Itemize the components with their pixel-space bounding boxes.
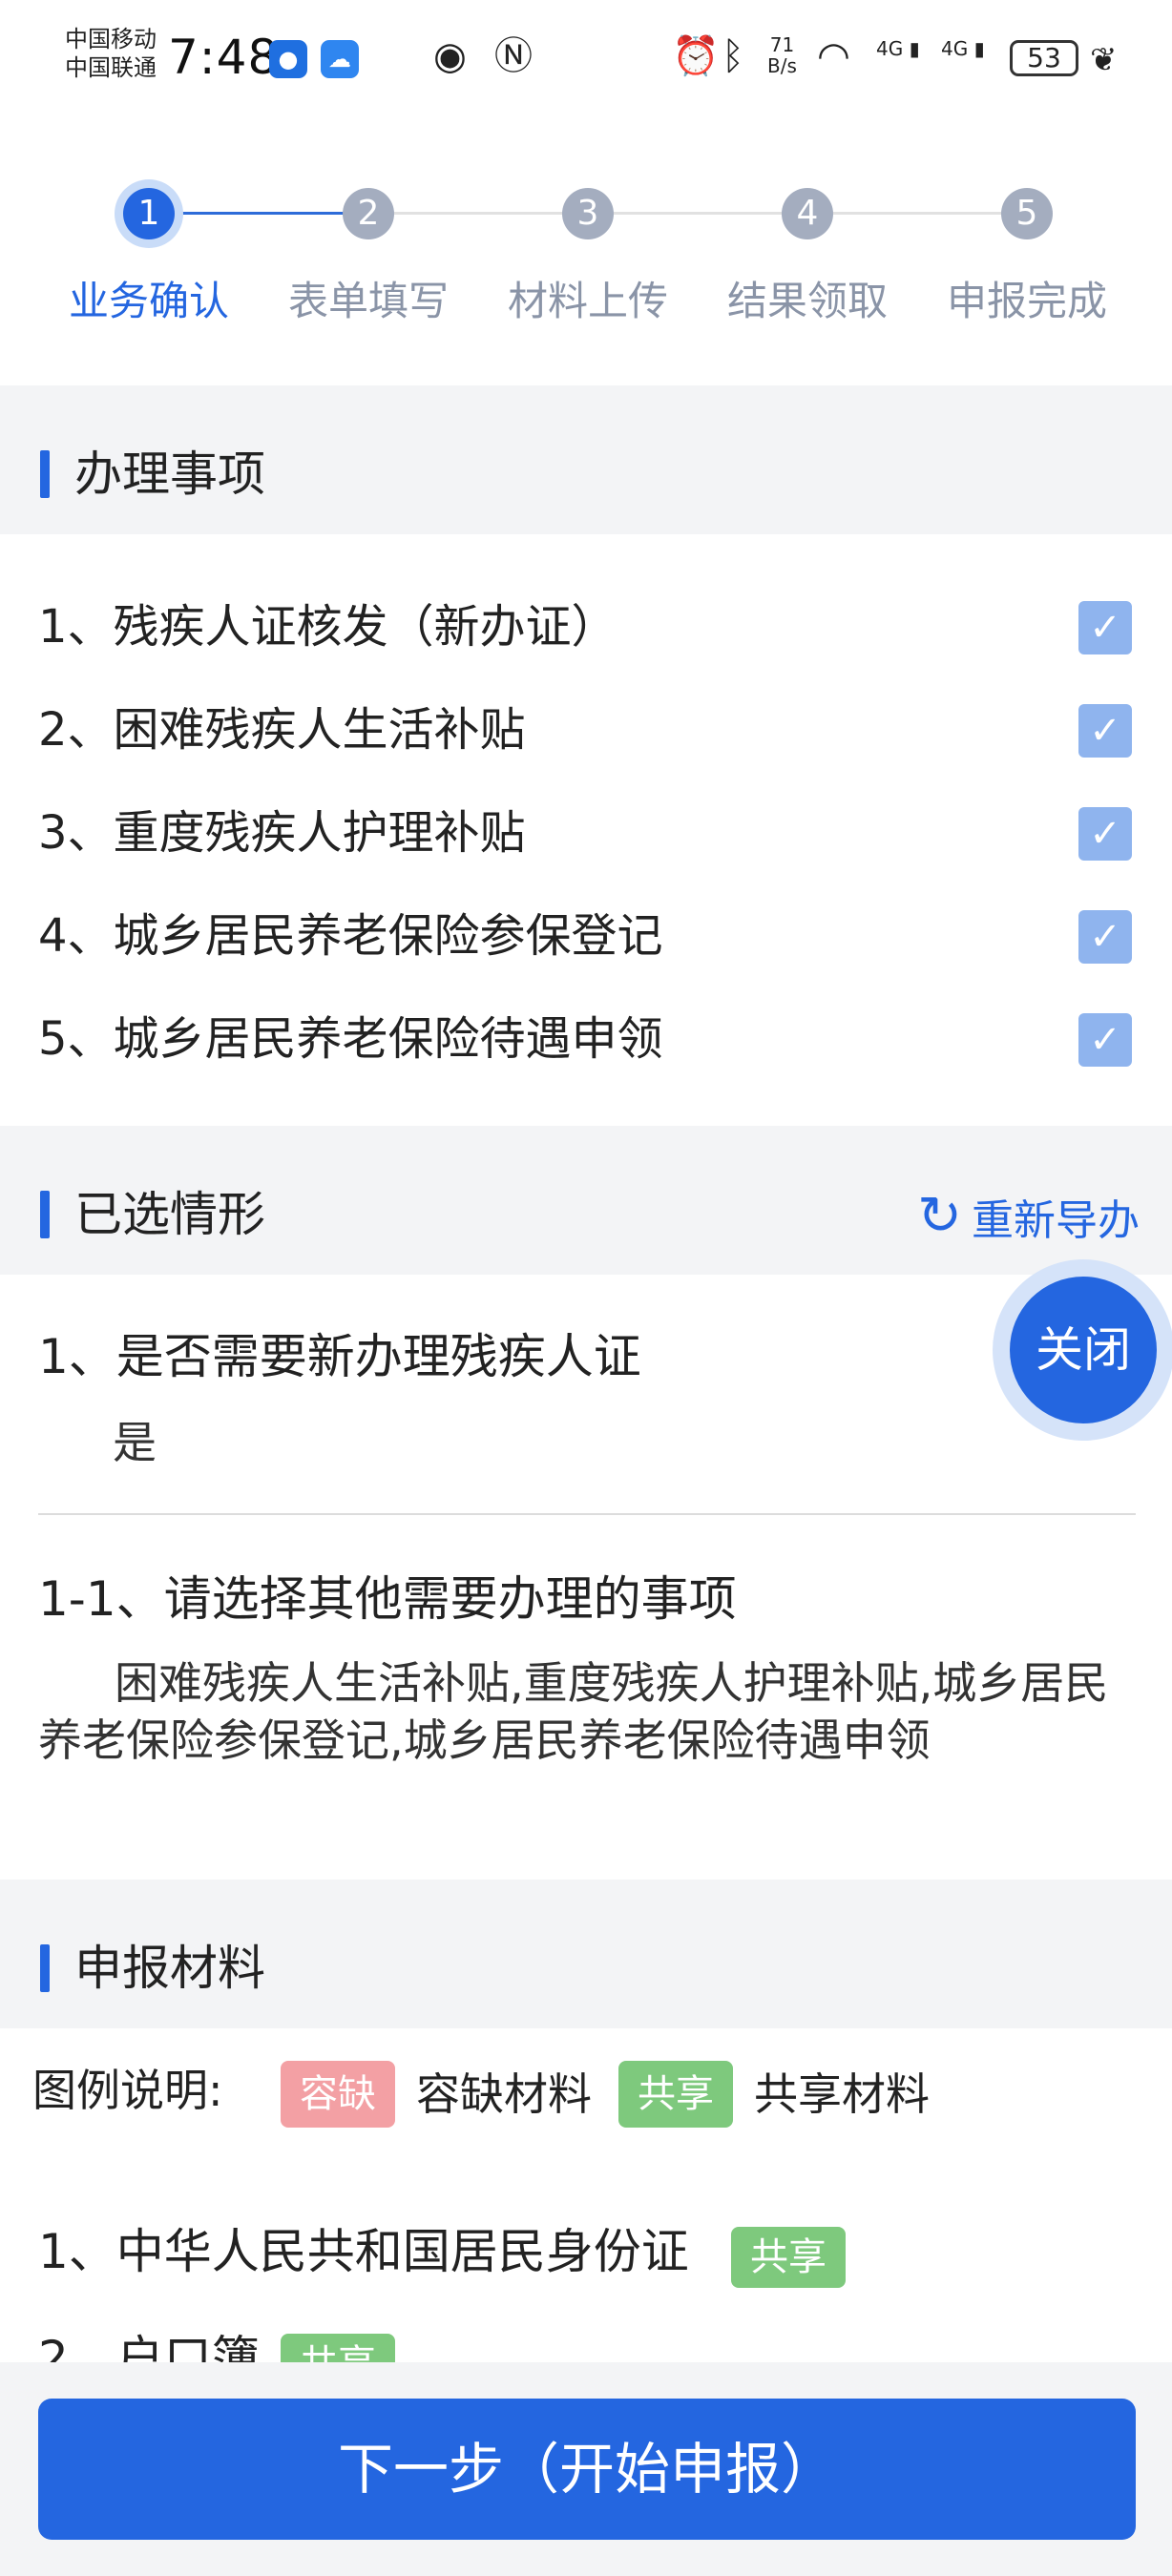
material-item-1: 1、中华人民共和国居民身份证 <box>38 2224 689 2279</box>
network-type-2: 4G <box>941 37 969 60</box>
answer-1-1: 困难残疾人生活补贴,重度残疾人护理补贴,城乡居民养老保险参保登记,城乡居民养老保… <box>38 1657 1109 1766</box>
reguide-button[interactable]: ↻ 重新导办 <box>917 1183 1140 1250</box>
clock: 7:48 <box>168 30 280 85</box>
section-accent-bar <box>40 1191 50 1238</box>
step-connector-1 <box>174 212 345 215</box>
matter-1-checkbox[interactable]: ✓ <box>1078 601 1132 654</box>
lack-legend-text: 容缺材料 <box>416 2068 592 2120</box>
step-4-label: 结果领取 <box>726 278 888 324</box>
matter-item-4: 4、城乡居民养老保险参保登记 <box>38 909 663 963</box>
carrier-2: 中国联通 <box>65 54 157 81</box>
lack-tag: 容缺 <box>281 2061 395 2128</box>
wifi-icon: ◠ <box>817 34 850 78</box>
tips-app-icon: ● <box>269 40 307 78</box>
share-legend-text: 共享材料 <box>754 2068 930 2120</box>
matter-5-checkbox[interactable]: ✓ <box>1078 1013 1132 1067</box>
nfc-icon: Ⓝ <box>494 34 533 78</box>
section-accent-bar <box>40 450 50 498</box>
matter-2-checkbox[interactable]: ✓ <box>1078 704 1132 758</box>
matter-item-5: 5、城乡居民养老保险待遇申领 <box>38 1012 663 1066</box>
step-4-circle: 4 <box>782 188 833 239</box>
alarm-icon: ⏰ <box>672 34 720 78</box>
step-1-label: 业务确认 <box>68 278 229 324</box>
matter-item-3: 3、重度残疾人护理补贴 <box>38 806 526 860</box>
close-floating-button[interactable]: 关闭 <box>993 1259 1172 1441</box>
step-1-circle: 1 <box>123 188 175 239</box>
power-saving-leaf-icon: ❦ <box>1090 41 1118 79</box>
step-connector-4 <box>832 212 1004 215</box>
step-2-circle: 2 <box>343 188 394 239</box>
signal-bars-icon: ▮ <box>973 37 985 60</box>
question-1-1: 1-1、请选择其他需要办理的事项 <box>38 1571 737 1627</box>
matter-3-checkbox[interactable]: ✓ <box>1078 807 1132 861</box>
answer-1: 是 <box>113 1417 157 1468</box>
reguide-label: 重新导办 <box>972 1196 1140 1245</box>
situation-section-header: 已选情形 ↻ 重新导办 <box>0 1126 1172 1275</box>
section-accent-bar <box>40 1944 50 1992</box>
signal-1: 4G ▮ <box>876 38 920 59</box>
step-5-label: 申报完成 <box>946 278 1107 324</box>
status-bar: 中国移动 中国联通 7:48 ● ☁ ◉ Ⓝ ⏰ ᛒ 71 B/s ◠ 4G ▮… <box>0 0 1172 114</box>
network-speed: 71 B/s <box>767 33 797 77</box>
question-1: 1、是否需要新办理残疾人证 <box>38 1329 641 1384</box>
matters-section-header: 办理事项 <box>0 385 1172 534</box>
matter-4-checkbox[interactable]: ✓ <box>1078 910 1132 964</box>
matter-item-1: 1、残疾人证核发（新办证） <box>38 600 617 654</box>
refresh-icon: ↻ <box>917 1185 962 1247</box>
weather-app-icon: ☁ <box>321 40 359 78</box>
materials-title: 申报材料 <box>74 1941 265 1996</box>
materials-section-header: 申报材料 <box>0 1880 1172 2028</box>
step-2-label: 表单填写 <box>287 278 449 324</box>
progress-stepper: 1 2 3 4 5 业务确认 表单填写 材料上传 结果领取 申报完成 <box>0 162 1172 391</box>
matter-item-2: 2、困难残疾人生活补贴 <box>38 703 526 757</box>
bluetooth-icon: ᛒ <box>722 34 744 78</box>
step-connector-3 <box>613 212 785 215</box>
step-connector-2 <box>393 212 565 215</box>
next-step-button[interactable]: 下一步（开始申报） <box>38 2399 1136 2540</box>
signal-2: 4G ▮ <box>941 38 985 59</box>
close-label: 关闭 <box>1010 1277 1157 1423</box>
situation-title: 已选情形 <box>74 1187 265 1242</box>
divider <box>38 1513 1136 1515</box>
carrier-names: 中国移动 中国联通 <box>65 25 157 82</box>
matters-title: 办理事项 <box>74 447 265 502</box>
step-3-label: 材料上传 <box>507 278 668 324</box>
eye-icon: ◉ <box>433 34 467 78</box>
step-3-circle: 3 <box>562 188 614 239</box>
step-5-circle: 5 <box>1001 188 1053 239</box>
network-type-1: 4G <box>876 37 904 60</box>
carrier-1: 中国移动 <box>65 26 157 52</box>
battery-indicator: 53 <box>1010 40 1078 76</box>
legend-label: 图例说明: <box>32 2065 223 2116</box>
signal-bars-icon: ▮ <box>909 37 920 60</box>
material-1-share-tag: 共享 <box>731 2227 846 2288</box>
share-tag: 共享 <box>618 2061 733 2128</box>
